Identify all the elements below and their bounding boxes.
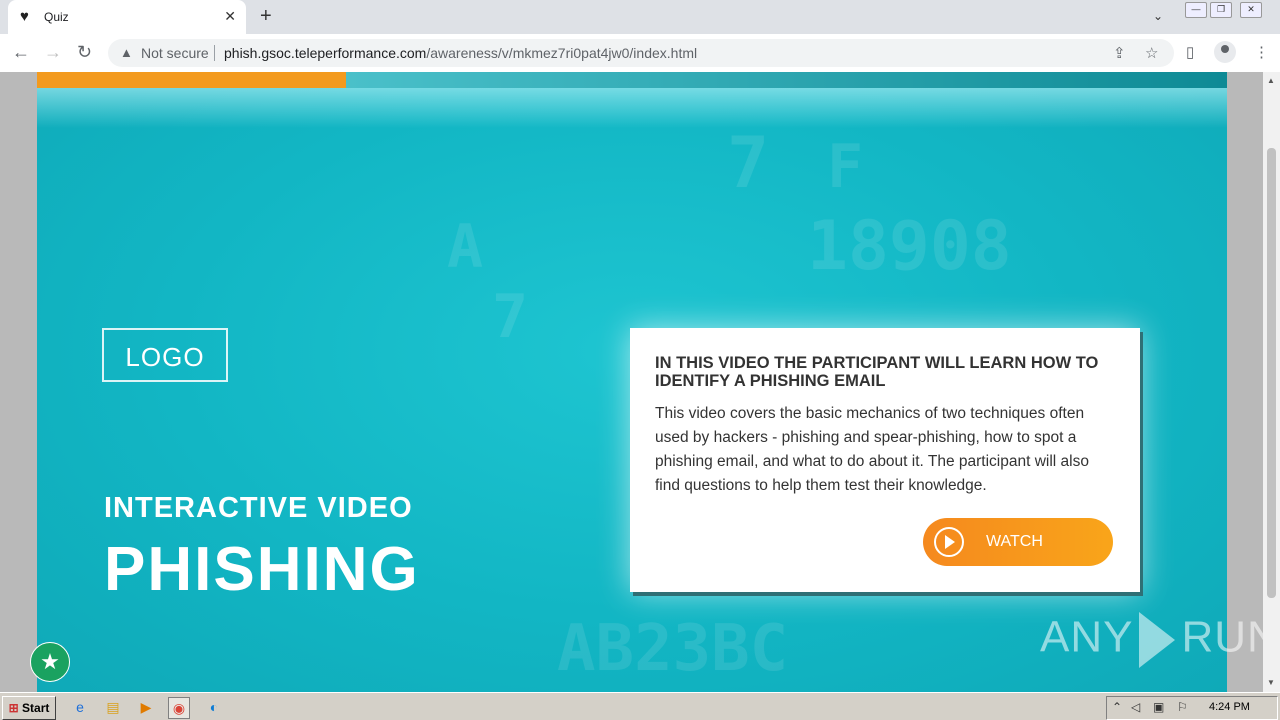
tab-title: Quiz <box>44 10 69 24</box>
card-heading: IN THIS VIDEO THE PARTICIPANT WILL LEARN… <box>655 354 1099 390</box>
restore-icon[interactable]: ❐ <box>1210 2 1232 18</box>
scroll-down-icon[interactable]: ▼ <box>1267 678 1275 687</box>
progress-fill <box>37 72 347 88</box>
background-digit: AB23BC <box>557 612 789 686</box>
internet-explorer-icon[interactable]: e <box>70 697 90 717</box>
chevron-down-icon[interactable]: ⌄ <box>1153 9 1163 23</box>
edge-icon[interactable]: ◐ <box>204 697 224 717</box>
logo-placeholder: LOGO <box>102 328 228 382</box>
back-arrow-icon[interactable]: ← <box>12 42 30 62</box>
anyrun-watermark: ANY RUN <box>1040 612 1280 668</box>
chrome-icon[interactable]: ◉ <box>168 697 190 719</box>
os-taskbar: ⊞ Start e ▤ ▶ ◉ ◐ ⌃ ◁ ▣ ⚐ 4:24 PM <box>0 692 1280 720</box>
side-panel-icon[interactable]: ▯ <box>1186 43 1194 61</box>
video-title: PHISHING <box>104 535 420 604</box>
play-icon <box>934 527 964 557</box>
forward-arrow-icon[interactable]: → <box>44 42 62 62</box>
background-digit: 18908 <box>807 207 1012 286</box>
new-tab-button[interactable]: + <box>260 6 272 26</box>
windows-flag-icon: ⊞ <box>8 701 19 715</box>
tab-strip: ♥ Quiz ✕ + ⌄ — ❐ ✕ <box>0 0 1280 34</box>
video-subtitle: INTERACTIVE VIDEO <box>104 492 413 524</box>
browser-toolbar: ← → ↻ ▲ Not secure phish.gsoc.teleperfor… <box>0 34 1280 73</box>
watermark-play-icon <box>1139 612 1176 668</box>
bookmark-star-icon[interactable]: ☆ <box>1145 44 1158 62</box>
start-label: Start <box>22 701 50 715</box>
close-window-icon[interactable]: ✕ <box>1240 2 1262 18</box>
network-icon[interactable]: ▣ <box>1153 700 1164 714</box>
url-path: /awareness/v/mkmez7ri0pat4jw0/index.html <box>426 45 698 61</box>
video-stage: 7 F 18908 A 7 AB23BC LOGO INTERACTIVE VI… <box>37 72 1227 692</box>
system-tray: ⌃ ◁ ▣ ⚐ 4:24 PM <box>1106 696 1278 720</box>
tray-expand-icon[interactable]: ⌃ <box>1112 700 1122 714</box>
scroll-up-icon[interactable]: ▲ <box>1267 76 1275 85</box>
folder-icon[interactable]: ▤ <box>103 697 123 717</box>
media-player-icon[interactable]: ▶ <box>136 697 156 717</box>
start-button[interactable]: ⊞ Start <box>2 696 56 720</box>
security-label[interactable]: Not secure <box>141 45 209 61</box>
url-host: phish.gsoc.teleperformance.com <box>224 45 427 61</box>
vertical-scrollbar[interactable]: ▲ ▼ <box>1263 72 1280 692</box>
share-icon[interactable]: ⇪ <box>1113 44 1126 62</box>
star-fab-button[interactable]: ★ <box>30 642 70 682</box>
logo-text: LOGO <box>125 342 205 372</box>
address-bar[interactable]: ▲ Not secure phish.gsoc.teleperformance.… <box>108 39 1174 67</box>
close-tab-icon[interactable]: ✕ <box>224 8 236 24</box>
watermark-left: ANY <box>1040 612 1134 662</box>
address-divider <box>214 45 215 61</box>
background-digit: 7 <box>492 282 529 352</box>
card-body: This video covers the basic mechanics of… <box>655 405 1089 494</box>
background-digit: 7 <box>727 122 770 204</box>
warning-icon[interactable]: ▲ <box>120 45 133 60</box>
page-viewport: 7 F 18908 A 7 AB23BC LOGO INTERACTIVE VI… <box>0 72 1280 692</box>
scroll-thumb[interactable] <box>1267 148 1276 598</box>
top-glow <box>37 88 1227 128</box>
menu-kebab-icon[interactable]: ⋮ <box>1254 43 1269 61</box>
flag-icon[interactable]: ⚐ <box>1177 700 1188 714</box>
profile-avatar-icon[interactable] <box>1214 41 1236 63</box>
background-digit: F <box>827 132 864 202</box>
info-card: IN THIS VIDEO THE PARTICIPANT WILL LEARN… <box>630 328 1140 592</box>
background-digit: A <box>447 212 484 282</box>
volume-icon[interactable]: ◁ <box>1131 700 1140 714</box>
clock: 4:24 PM <box>1209 701 1250 713</box>
watch-label: WATCH <box>986 533 1043 550</box>
minimize-icon[interactable]: — <box>1185 2 1207 18</box>
watch-button[interactable]: WATCH <box>923 518 1113 566</box>
reload-icon[interactable]: ↻ <box>77 42 92 62</box>
url-text[interactable]: phish.gsoc.teleperformance.com/awareness… <box>224 45 697 61</box>
heart-icon: ♥ <box>20 8 29 25</box>
progress-track <box>37 72 1227 88</box>
tab-quiz[interactable]: ♥ Quiz ✕ <box>8 0 246 34</box>
